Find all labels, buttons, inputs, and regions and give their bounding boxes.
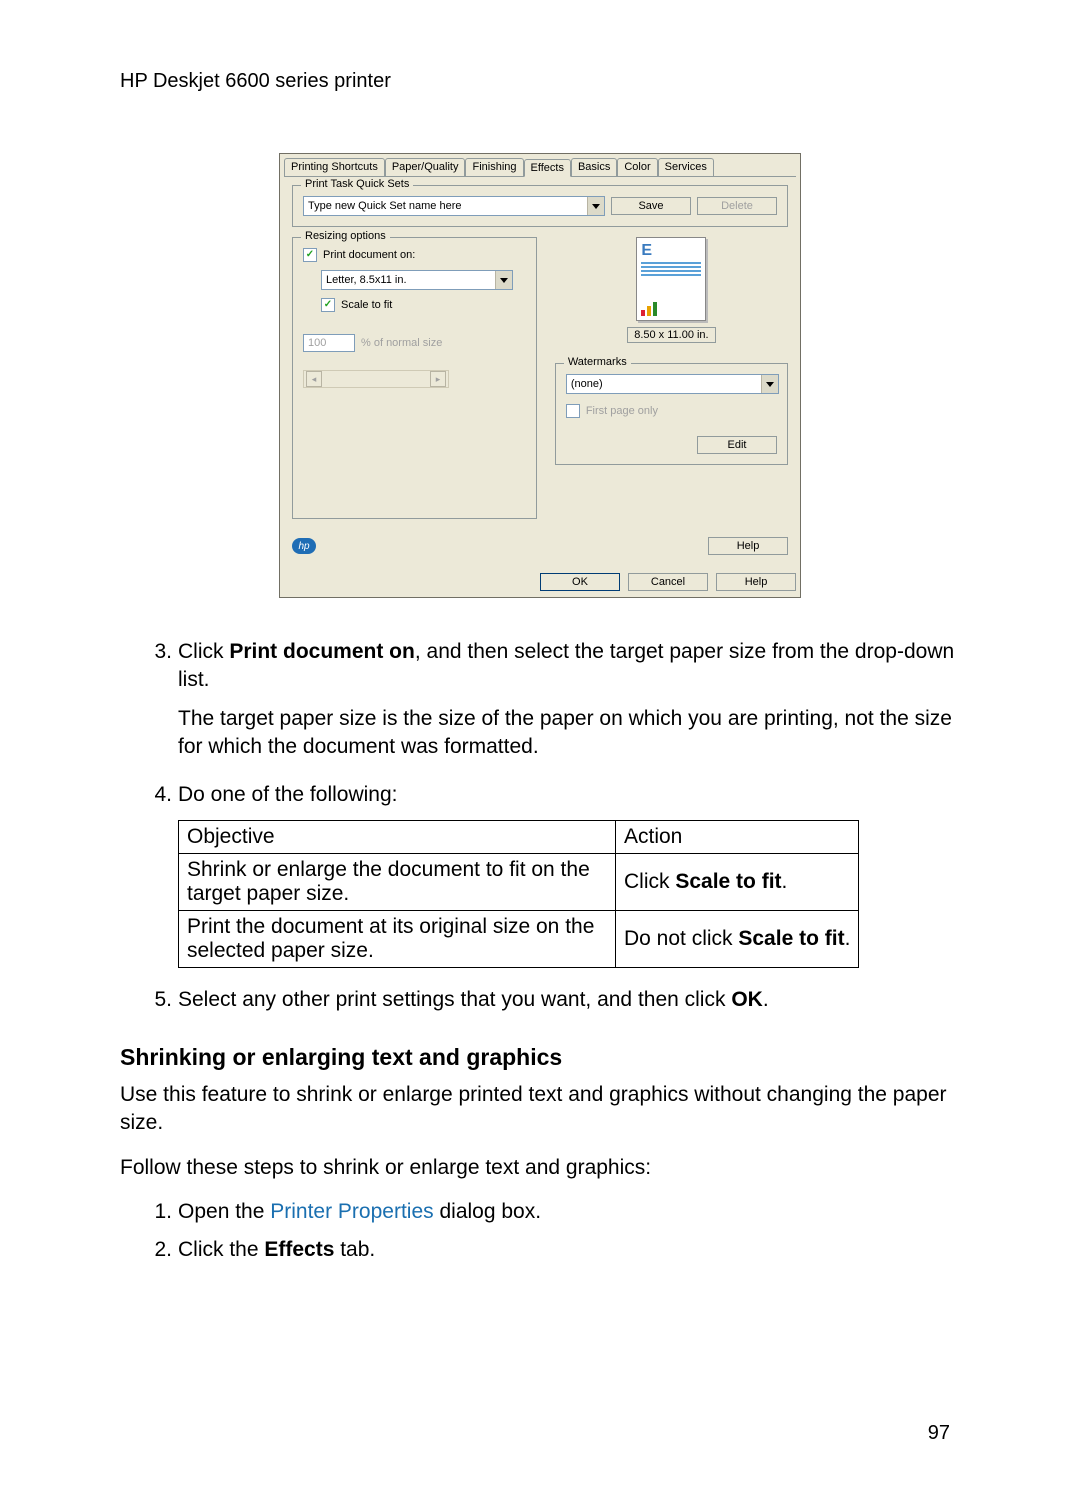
step-5: 5. Select any other print settings that …: [150, 986, 960, 1014]
watermark-value: (none): [567, 375, 761, 393]
step-number: 5.: [150, 986, 172, 1014]
substep-1: 1. Open the Printer Properties dialog bo…: [150, 1198, 960, 1226]
print-document-on-label: Print document on:: [323, 249, 415, 261]
text: Do not click: [624, 927, 738, 950]
text: .: [845, 927, 851, 950]
section-para: Use this feature to shrink or enlarge pr…: [120, 1081, 960, 1138]
cell-action: Do not click Scale to fit.: [616, 910, 859, 967]
text: tab.: [334, 1238, 375, 1261]
step-3: 3. Click Print document on, and then sel…: [150, 638, 960, 695]
text: .: [763, 988, 769, 1011]
step-number: 1.: [150, 1198, 172, 1226]
text: dialog box.: [434, 1200, 541, 1223]
slider-right-icon: ▸: [430, 371, 446, 387]
dialog-footer: OK Cancel Help: [280, 567, 800, 597]
save-button[interactable]: Save: [611, 197, 691, 215]
hp-logo-icon: hp: [292, 538, 316, 554]
tab-paper-quality[interactable]: Paper/Quality: [385, 158, 466, 176]
text: Click: [178, 640, 229, 663]
tab-services[interactable]: Services: [658, 158, 714, 176]
tab-effects[interactable]: Effects: [524, 159, 571, 177]
quick-set-name-value: Type new Quick Set name here: [304, 197, 587, 215]
resizing-options-group: Resizing options Print document on: Lett…: [292, 237, 537, 519]
table-row: Shrink or enlarge the document to fit on…: [179, 853, 859, 910]
dialog-help-button[interactable]: Help: [708, 537, 788, 555]
page-preview: E: [636, 237, 706, 321]
quick-sets-legend: Print Task Quick Sets: [301, 178, 413, 190]
slider-left-icon: ◂: [306, 371, 322, 387]
step-number: 3.: [150, 638, 172, 695]
checkbox-icon: [321, 298, 335, 312]
scale-to-fit-label: Scale to fit: [341, 299, 392, 311]
tab-basics[interactable]: Basics: [571, 158, 617, 176]
checkbox-icon: [303, 248, 317, 262]
resizing-legend: Resizing options: [301, 230, 390, 242]
step-number: 4.: [150, 781, 172, 809]
target-paper-size-combo[interactable]: Letter, 8.5x11 in.: [321, 270, 513, 290]
dialog-tabs: Printing Shortcuts Paper/Quality Finishi…: [280, 154, 800, 176]
text: Select any other print settings that you…: [178, 988, 731, 1011]
percent-input: [303, 334, 355, 352]
tab-finishing[interactable]: Finishing: [465, 158, 523, 176]
footer-help-button[interactable]: Help: [716, 573, 796, 591]
watermarks-legend: Watermarks: [564, 356, 631, 368]
text-bold: OK: [731, 988, 763, 1011]
percent-slider: ◂ ▸: [303, 370, 449, 388]
table-row: Print the document at its original size …: [179, 910, 859, 967]
ok-button[interactable]: OK: [540, 573, 620, 591]
percent-label: % of normal size: [361, 337, 442, 349]
cell-objective: Print the document at its original size …: [179, 910, 616, 967]
table-header-action: Action: [616, 820, 859, 853]
cancel-button[interactable]: Cancel: [628, 573, 708, 591]
first-page-only-label: First page only: [586, 405, 658, 417]
text-bold: Print document on: [229, 640, 415, 663]
target-paper-size-value: Letter, 8.5x11 in.: [322, 271, 495, 289]
step-number: 2.: [150, 1236, 172, 1264]
delete-button: Delete: [697, 197, 777, 215]
watermark-combo[interactable]: (none): [566, 374, 779, 394]
watermarks-group: Watermarks (none) First page only Edit: [555, 363, 788, 465]
scale-to-fit-checkbox[interactable]: Scale to fit: [321, 298, 526, 312]
table-header-objective: Objective: [179, 820, 616, 853]
text: Do one of the following:: [178, 781, 960, 809]
section-heading: Shrinking or enlarging text and graphics: [120, 1044, 960, 1071]
substep-2: 2. Click the Effects tab.: [150, 1236, 960, 1264]
print-properties-dialog: Printing Shortcuts Paper/Quality Finishi…: [279, 153, 801, 598]
text-bold: Effects: [264, 1238, 334, 1261]
text: Click the: [178, 1238, 264, 1261]
checkbox-icon: [566, 404, 580, 418]
text-bold: Scale to fit: [675, 870, 781, 893]
section-para: Follow these steps to shrink or enlarge …: [120, 1154, 960, 1182]
quick-sets-group: Print Task Quick Sets Type new Quick Set…: [292, 185, 788, 227]
preview-chart-icon: [641, 300, 701, 316]
step-3-note: The target paper size is the size of the…: [178, 705, 960, 762]
chevron-down-icon[interactable]: [761, 375, 778, 393]
cell-objective: Shrink or enlarge the document to fit on…: [179, 853, 616, 910]
step-4: 4. Do one of the following:: [150, 781, 960, 809]
chevron-down-icon[interactable]: [495, 271, 512, 289]
printer-properties-link[interactable]: Printer Properties: [270, 1200, 433, 1223]
objective-action-table: Objective Action Shrink or enlarge the d…: [178, 820, 859, 968]
first-page-only-checkbox: First page only: [566, 404, 777, 418]
chevron-down-icon[interactable]: [587, 197, 604, 215]
quick-set-name-combo[interactable]: Type new Quick Set name here: [303, 196, 605, 216]
edit-watermark-button[interactable]: Edit: [697, 436, 777, 454]
dialog-screenshot: Printing Shortcuts Paper/Quality Finishi…: [120, 153, 960, 598]
cell-action: Click Scale to fit.: [616, 853, 859, 910]
text-bold: Scale to fit: [738, 927, 844, 950]
print-document-on-checkbox[interactable]: Print document on:: [303, 248, 526, 262]
tab-color[interactable]: Color: [617, 158, 657, 176]
text: Open the: [178, 1200, 270, 1223]
preview-letter-icon: E: [641, 242, 701, 260]
text: Click: [624, 870, 675, 893]
text: .: [782, 870, 788, 893]
preview-size-label: 8.50 x 11.00 in.: [627, 327, 715, 343]
tab-printing-shortcuts[interactable]: Printing Shortcuts: [284, 158, 385, 176]
page-header: HP Deskjet 6600 series printer: [120, 70, 960, 93]
page-number: 97: [928, 1422, 950, 1445]
